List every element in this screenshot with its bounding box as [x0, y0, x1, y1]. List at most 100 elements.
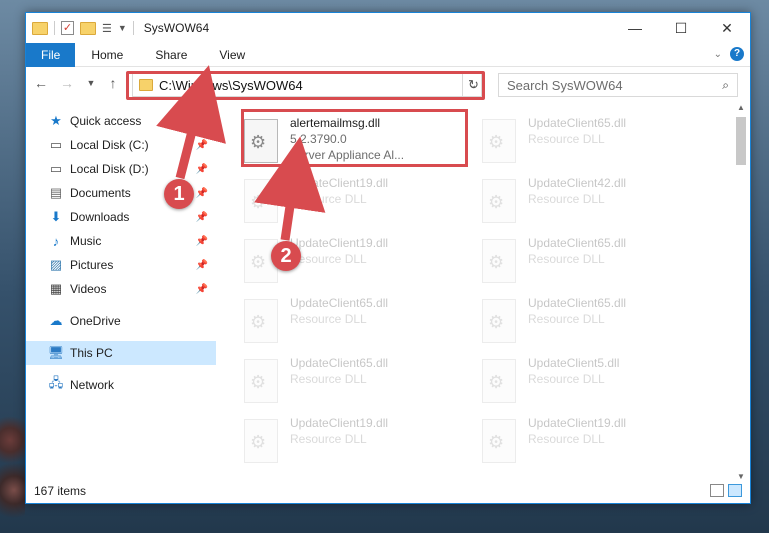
- list-item[interactable]: UpdateClient19.dll Resource DLL: [244, 173, 469, 229]
- close-button[interactable]: ✕: [704, 13, 750, 43]
- pin-icon[interactable]: 📌: [196, 284, 208, 295]
- sidebar-item-label: Videos: [70, 282, 107, 296]
- sidebar-item-label: Local Disk (C:): [70, 138, 149, 152]
- list-item[interactable]: UpdateClient65.dll Resource DLL: [244, 293, 469, 349]
- file-description: Resource DLL: [528, 312, 605, 326]
- tab-file[interactable]: File: [26, 42, 76, 67]
- onedrive-icon: ☁: [49, 313, 63, 328]
- sidebar-item-music[interactable]: ♪ Music 📌: [26, 229, 216, 253]
- list-item[interactable]: UpdateClient19.dll Resource DLL: [244, 413, 469, 469]
- step-1-badge: 1: [164, 179, 194, 209]
- downloads-icon: ⬇: [50, 209, 62, 224]
- file-description: Resource DLL: [528, 372, 605, 386]
- back-arrow-icon[interactable]: ←: [32, 75, 50, 91]
- file-name: UpdateClient5.dll: [528, 356, 620, 370]
- file-name: UpdateClient19.dll: [290, 416, 389, 430]
- properties-icon[interactable]: ✓: [61, 21, 74, 35]
- scrollbar-thumb[interactable]: [736, 117, 746, 165]
- maximize-button[interactable]: ☐: [658, 13, 704, 43]
- pin-icon[interactable]: 📌: [196, 188, 208, 199]
- item-count: 167 items: [34, 484, 87, 498]
- list-item[interactable]: UpdateClient19.dll Resource DLL: [482, 413, 707, 469]
- minimize-button[interactable]: —: [612, 13, 658, 43]
- address-highlight-box: [126, 71, 485, 100]
- details-view-icon[interactable]: [710, 484, 724, 497]
- title-bar: ✓ ☰ ▼ SysWOW64 — ☐ ✕: [26, 13, 750, 43]
- tab-view[interactable]: View: [203, 43, 261, 67]
- pin-icon[interactable]: 📌: [196, 212, 208, 223]
- dll-file-icon: [482, 299, 516, 343]
- file-description: Resource DLL: [528, 132, 605, 146]
- file-highlight-box: [241, 109, 468, 167]
- sidebar-item-this-pc[interactable]: 🖥 This PC: [26, 341, 216, 365]
- pin-icon[interactable]: 📌: [196, 140, 208, 151]
- recent-locations-icon[interactable]: ▼: [82, 78, 100, 88]
- help-icon[interactable]: ?: [730, 47, 744, 61]
- search-icon[interactable]: ⌕: [722, 78, 729, 93]
- dll-file-icon: [244, 359, 278, 403]
- sidebar-item-label: Network: [70, 378, 115, 392]
- list-item[interactable]: UpdateClient65.dll Resource DLL: [244, 353, 469, 409]
- toolbar-separator: [132, 21, 134, 35]
- sidebar-item-pictures[interactable]: ▨ Pictures 📌: [26, 253, 216, 277]
- sidebar-item-local-disk-d[interactable]: ▭ Local Disk (D:) 📌: [26, 157, 216, 181]
- file-name: UpdateClient65.dll: [528, 116, 627, 130]
- list-item[interactable]: UpdateClient65.dll Resource DLL: [482, 293, 707, 349]
- large-icons-view-icon[interactable]: [728, 484, 742, 497]
- list-item[interactable]: UpdateClient65.dll Resource DLL: [482, 233, 707, 289]
- folder-icon: [32, 21, 48, 35]
- search-input[interactable]: Search SysWOW64 ⌕: [498, 73, 738, 97]
- sidebar-item-quick-access[interactable]: ★ Quick access: [26, 109, 216, 133]
- caption-buttons: — ☐ ✕: [612, 13, 750, 43]
- wallpaper-tree: [0, 380, 25, 533]
- sidebar-item-network[interactable]: 🖧 Network: [26, 373, 216, 397]
- sidebar-item-downloads[interactable]: ⬇ Downloads 📌: [26, 205, 216, 229]
- file-name: UpdateClient65.dll: [528, 236, 627, 250]
- file-name: UpdateClient42.dll: [528, 176, 627, 190]
- sidebar-item-label: Downloads: [70, 210, 130, 224]
- drive-icon: ▭: [49, 137, 63, 152]
- dll-file-icon: [482, 179, 516, 223]
- sidebar-item-label: Local Disk (D:): [70, 162, 149, 176]
- list-item[interactable]: UpdateClient5.dll Resource DLL: [482, 353, 707, 409]
- pin-icon[interactable]: 📌: [196, 260, 208, 271]
- network-icon: 🖧: [48, 375, 64, 390]
- sidebar-item-onedrive[interactable]: ☁ OneDrive: [26, 309, 216, 333]
- pin-icon[interactable]: 📌: [196, 164, 208, 175]
- sidebar-item-label: Pictures: [70, 258, 114, 272]
- tab-share[interactable]: Share: [139, 43, 203, 67]
- videos-icon: ▦: [49, 281, 63, 296]
- dll-file-icon: [482, 419, 516, 463]
- file-description: Resource DLL: [290, 252, 367, 266]
- sidebar-item-label: Music: [70, 234, 102, 248]
- sidebar-item-label: OneDrive: [70, 314, 121, 328]
- search-placeholder: Search SysWOW64: [507, 77, 623, 93]
- file-description: Resource DLL: [290, 432, 367, 446]
- status-bar: 167 items: [26, 479, 750, 503]
- new-folder-icon[interactable]: [80, 21, 96, 35]
- scroll-up-icon[interactable]: ▲: [734, 103, 748, 112]
- toolbar-separator: [54, 21, 55, 35]
- file-name: UpdateClient19.dll: [290, 236, 389, 250]
- list-item[interactable]: UpdateClient42.dll Resource DLL: [482, 173, 707, 229]
- dll-file-icon: [244, 299, 278, 343]
- file-description: Resource DLL: [290, 192, 367, 206]
- window-title: SysWOW64: [143, 21, 210, 35]
- view-toggle: [710, 484, 742, 497]
- vertical-scrollbar[interactable]: ▲ ▼: [734, 103, 748, 481]
- list-item[interactable]: UpdateClient65.dll Resource DLL: [482, 113, 707, 169]
- tab-home[interactable]: Home: [75, 43, 139, 67]
- sidebar-item-label: This PC: [70, 346, 113, 360]
- dll-file-icon: [482, 119, 516, 163]
- customize-toolbar-icon[interactable]: ☰: [102, 22, 112, 35]
- pin-icon[interactable]: 📌: [196, 236, 208, 247]
- file-name: UpdateClient65.dll: [290, 356, 389, 370]
- forward-arrow-icon[interactable]: →: [58, 75, 76, 91]
- file-name: UpdateClient19.dll: [528, 416, 627, 430]
- up-arrow-icon[interactable]: ↑: [104, 75, 122, 91]
- sidebar-item-local-disk-c[interactable]: ▭ Local Disk (C:) 📌: [26, 133, 216, 157]
- expand-ribbon-icon[interactable]: ⌄: [714, 49, 722, 60]
- chevron-down-icon[interactable]: ▼: [118, 23, 127, 33]
- file-name: UpdateClient65.dll: [528, 296, 627, 310]
- sidebar-item-videos[interactable]: ▦ Videos 📌: [26, 277, 216, 301]
